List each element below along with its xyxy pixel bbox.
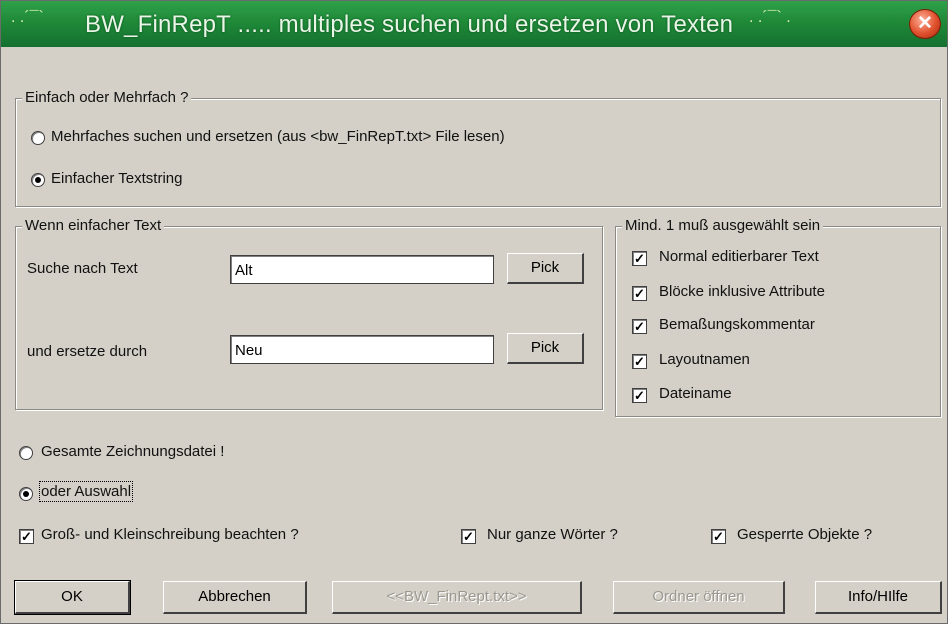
mode-group-legend: Einfach oder Mehrfach ? bbox=[22, 89, 192, 106]
close-icon[interactable]: ✕ bbox=[909, 9, 941, 39]
dialog-window: . .´¯` BW_FinRepT ..... multiples suchen… bbox=[0, 0, 948, 624]
checkbox-dimension[interactable]: ✓ bbox=[632, 319, 647, 334]
pick-search-button[interactable]: Pick bbox=[507, 253, 584, 284]
checkbox-whole-words[interactable]: ✓ bbox=[461, 529, 476, 544]
text-group-legend: Wenn einfacher Text bbox=[22, 217, 165, 234]
radio-whole-drawing-label[interactable]: Gesamte Zeichnungsdatei ! bbox=[41, 443, 224, 460]
radio-selection[interactable] bbox=[19, 487, 33, 501]
checkbox-normal-text-label[interactable]: Normal editierbarer Text bbox=[659, 248, 819, 265]
info-help-button[interactable]: Info/HIlfe bbox=[815, 581, 942, 614]
checkbox-blocks[interactable]: ✓ bbox=[632, 286, 647, 301]
checkbox-layout-names-label[interactable]: Layoutnamen bbox=[659, 351, 750, 368]
radio-multi[interactable] bbox=[31, 131, 45, 145]
radio-selected-dot bbox=[35, 177, 41, 183]
checkbox-whole-words-label[interactable]: Nur ganze Wörter ? bbox=[487, 526, 618, 543]
checkbox-locked-objects[interactable]: ✓ bbox=[711, 529, 726, 544]
checkbox-case-sensitive[interactable]: ✓ bbox=[19, 529, 34, 544]
radio-single[interactable] bbox=[31, 173, 45, 187]
search-input[interactable]: Alt bbox=[230, 255, 494, 284]
checkbox-locked-objects-label[interactable]: Gesperrte Objekte ? bbox=[737, 526, 872, 543]
title-decoration-left: . .´¯` bbox=[11, 9, 44, 26]
search-label: Suche nach Text bbox=[27, 260, 138, 277]
radio-selection-label[interactable]: oder Auswahl bbox=[38, 481, 134, 502]
radio-multi-label[interactable]: Mehrfaches suchen und ersetzen (aus <bw_… bbox=[51, 128, 505, 145]
radio-selected-dot bbox=[23, 491, 29, 497]
ok-button[interactable]: OK bbox=[14, 580, 131, 615]
checkbox-case-sensitive-label[interactable]: Groß- und Kleinschreibung beachten ? bbox=[41, 526, 299, 543]
window-title: BW_FinRepT ..... multiples suchen und er… bbox=[85, 11, 734, 38]
title-decoration-right: . .´¯` . bbox=[749, 9, 791, 26]
replace-input[interactable]: Neu bbox=[230, 335, 494, 364]
options-group-legend: Mind. 1 muß ausgewählt sein bbox=[622, 217, 824, 234]
replace-label: und ersetze durch bbox=[27, 343, 148, 360]
checkbox-layout-names[interactable]: ✓ bbox=[632, 354, 647, 369]
radio-whole-drawing[interactable] bbox=[19, 446, 33, 460]
checkbox-filename[interactable]: ✓ bbox=[632, 388, 647, 403]
pick-replace-button[interactable]: Pick bbox=[507, 333, 584, 364]
mode-group: Einfach oder Mehrfach ? bbox=[15, 89, 941, 207]
checkbox-normal-text[interactable]: ✓ bbox=[632, 251, 647, 266]
file-button[interactable]: <<BW_FinRept.txt>> bbox=[332, 581, 582, 614]
checkbox-dimension-label[interactable]: Bemaßungskommentar bbox=[659, 316, 815, 333]
checkbox-filename-label[interactable]: Dateiname bbox=[659, 385, 732, 402]
radio-single-label[interactable]: Einfacher Textstring bbox=[51, 170, 182, 187]
cancel-button[interactable]: Abbrechen bbox=[163, 581, 307, 614]
title-bar[interactable]: . .´¯` BW_FinRepT ..... multiples suchen… bbox=[1, 1, 947, 47]
open-folder-button[interactable]: Ordner öffnen bbox=[613, 581, 785, 614]
checkbox-blocks-label[interactable]: Blöcke inklusive Attribute bbox=[659, 283, 825, 300]
